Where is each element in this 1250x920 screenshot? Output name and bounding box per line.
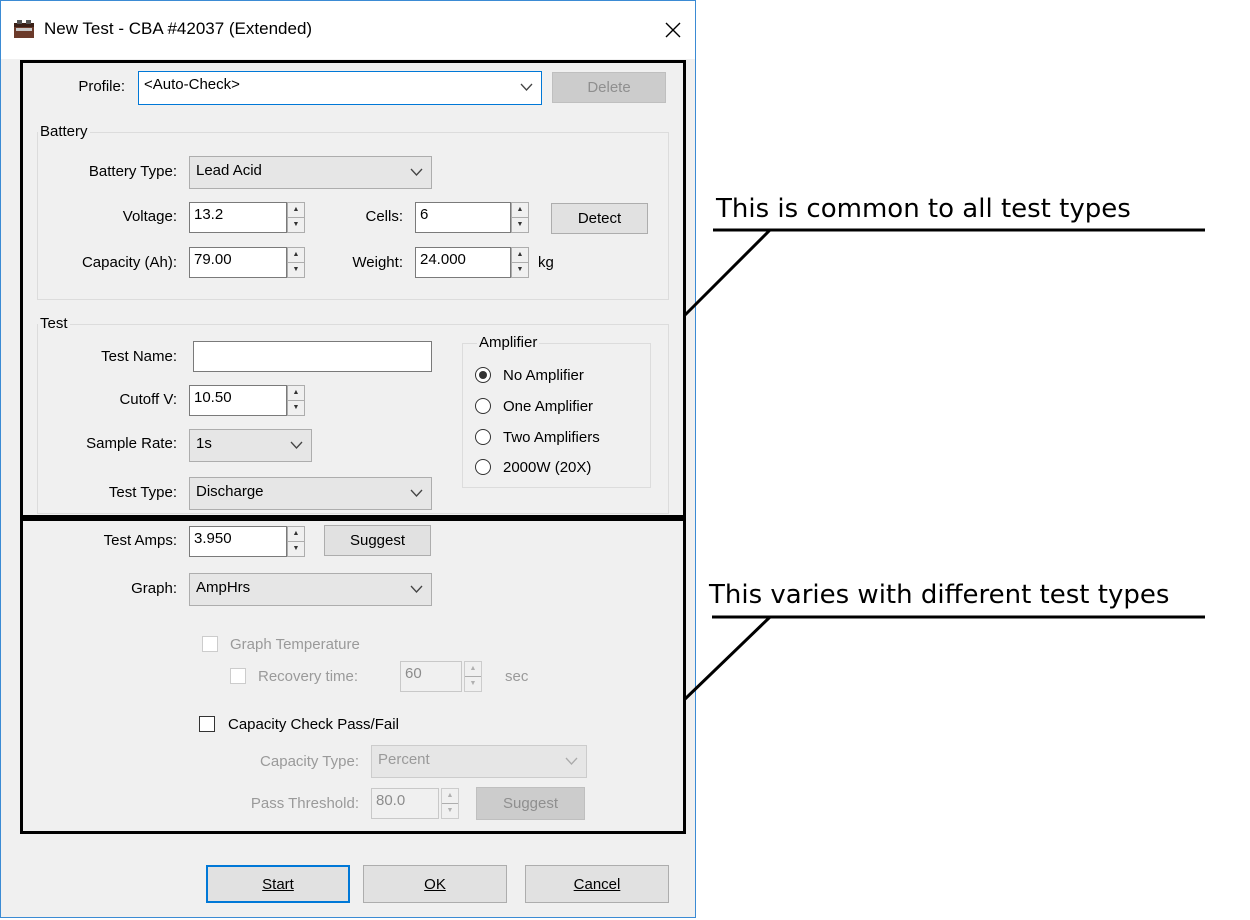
varies-annotation: This varies with different test types — [709, 580, 1170, 610]
annotation-lines — [682, 228, 1205, 702]
varies-pointer-line — [682, 615, 772, 702]
common-pointer-line — [682, 228, 772, 318]
common-annotation: This is common to all test types — [716, 194, 1131, 224]
